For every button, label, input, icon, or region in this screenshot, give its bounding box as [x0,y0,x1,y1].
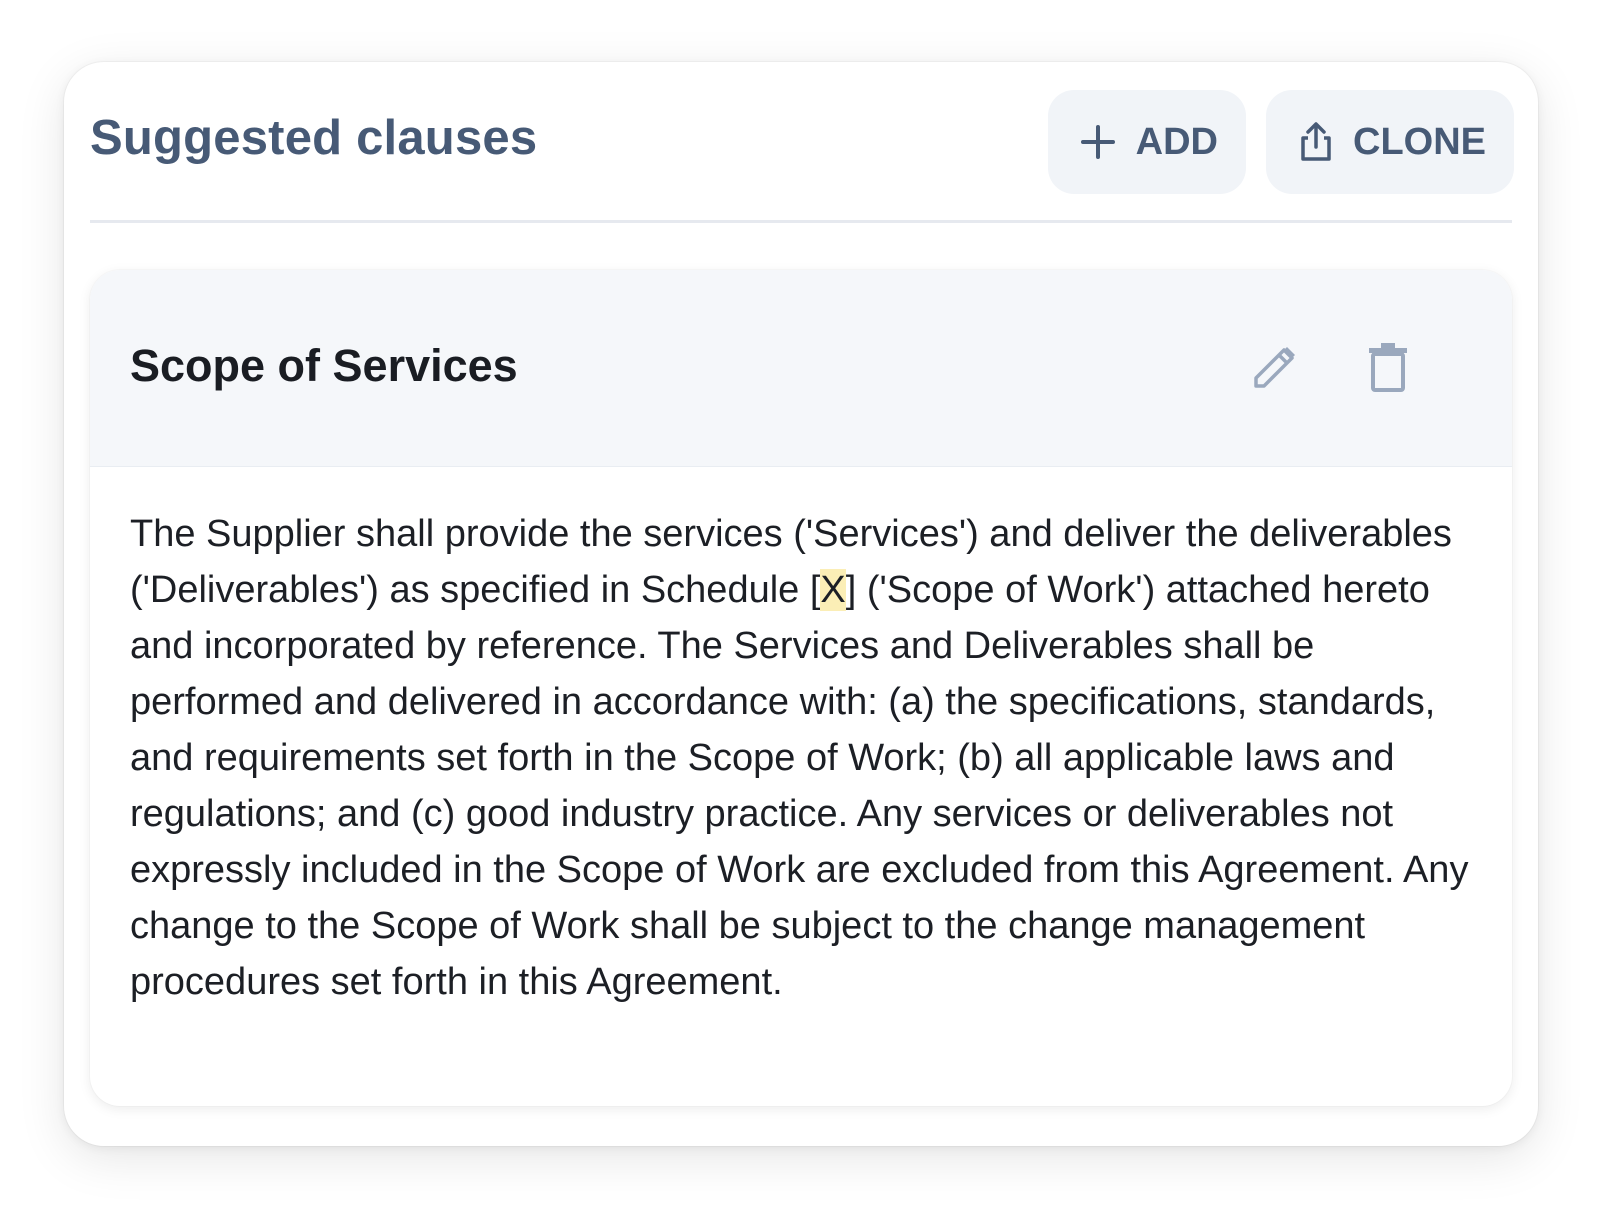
trash-icon [1369,343,1407,392]
clone-button-label: CLONE [1353,120,1486,163]
add-button-label: ADD [1135,120,1218,163]
clause-card-header: Scope of Services [90,270,1512,467]
clause-body: The Supplier shall provide the services … [130,506,1472,1010]
pencil-icon [1254,347,1295,388]
edit-clause-button[interactable] [1238,332,1310,404]
clause-card: Scope of Services The Supplier shall pro… [90,270,1512,1106]
clause-body-text-after: ] ('Scope of Work') attached hereto and … [130,569,1469,1003]
delete-clause-button[interactable] [1352,332,1424,404]
share-icon [1294,120,1337,164]
plus-icon [1076,120,1120,164]
panel-header: Suggested clauses ADD CLONE [90,62,1514,223]
panel-title: Suggested clauses [90,111,538,165]
suggested-clauses-panel: Suggested clauses ADD CLONE Scope of Ser… [64,62,1538,1146]
clause-title: Scope of Services [130,340,518,391]
add-button[interactable]: ADD [1048,90,1246,194]
clause-placeholder-highlight[interactable]: X [820,569,846,611]
clone-button[interactable]: CLONE [1266,90,1514,194]
